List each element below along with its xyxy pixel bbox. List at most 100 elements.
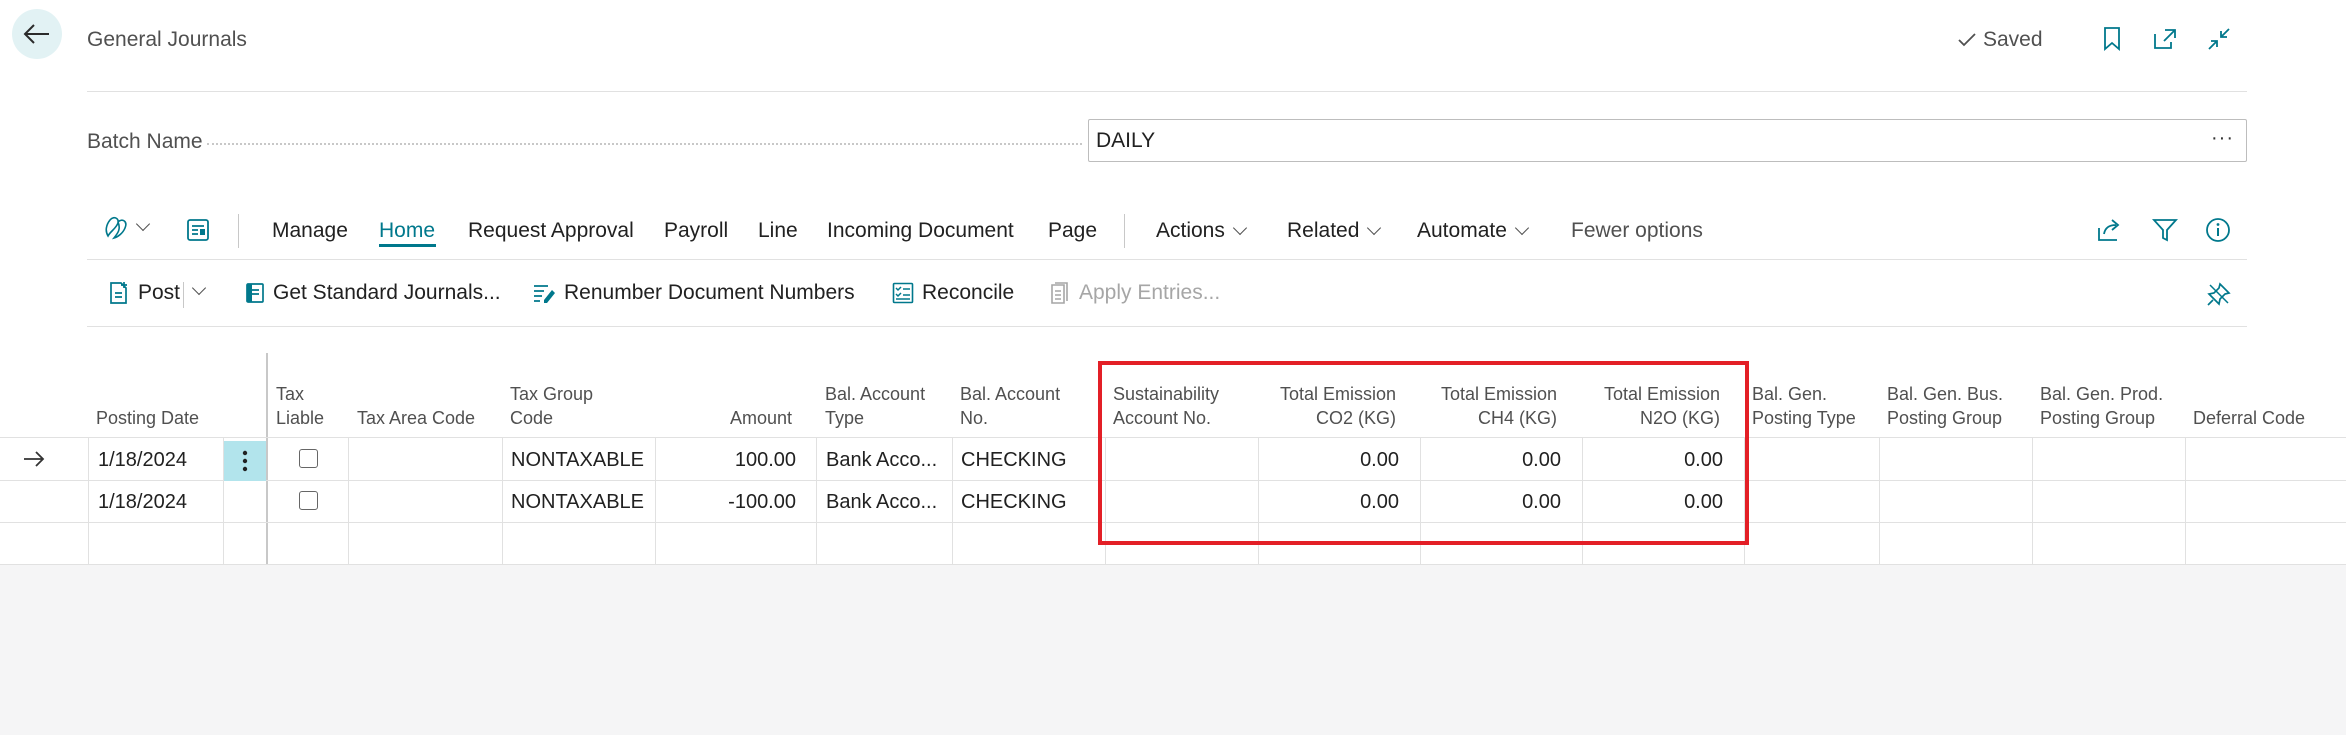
info-button[interactable] (2205, 217, 2231, 248)
column-header-label: Type (825, 408, 865, 428)
column-header-tax-group-code[interactable]: Tax Group Code (510, 382, 593, 430)
column-header-bal-account-no[interactable]: Bal. Account No. (960, 382, 1060, 430)
page-title: General Journals (87, 28, 247, 51)
filter-button[interactable] (2151, 218, 2179, 247)
pin-button[interactable] (2206, 281, 2232, 312)
tax-liable-checkbox[interactable] (299, 449, 318, 468)
open-new-window-button[interactable] (2150, 24, 2180, 54)
column-header-label: Tax Group (510, 384, 594, 404)
column-header-tax-area-code[interactable]: Tax Area Code (357, 406, 475, 430)
column-line (1879, 437, 1880, 565)
copilot-button[interactable] (104, 216, 151, 240)
journal-icon (246, 283, 264, 303)
menu-home[interactable]: Home (379, 219, 435, 243)
menu-related-label: Related (1287, 219, 1360, 242)
command-divider-line (87, 326, 2247, 327)
menu-divider-line (87, 259, 2247, 260)
current-row-indicator (22, 450, 46, 473)
share-button[interactable] (2097, 218, 2123, 247)
cell-posting-date[interactable]: 1/18/2024 (98, 491, 187, 514)
menu-incoming-document[interactable]: Incoming Document (827, 219, 1014, 243)
chevron-down-icon (1367, 220, 1382, 236)
chevron-down-icon (1232, 220, 1247, 236)
cell-bal-account-no[interactable]: CHECKING (961, 449, 1067, 472)
menu-home-underline (379, 244, 436, 247)
row-arrow-icon (24, 451, 45, 467)
copilot-icon (105, 217, 127, 240)
back-button[interactable] (12, 9, 62, 59)
menu-actions[interactable]: Actions (1156, 219, 1247, 243)
column-header-bal-gen-prod-posting-group[interactable]: Bal. Gen. Prod. Posting Group (2040, 382, 2163, 430)
post-button[interactable]: Post (108, 281, 180, 305)
post-label: Post (138, 281, 181, 304)
column-line (816, 437, 817, 565)
row-menu-button[interactable] (224, 441, 266, 481)
reconcile-label: Reconcile (922, 281, 1015, 304)
column-header-bal-account-type[interactable]: Bal. Account Type (825, 382, 925, 430)
open-new-window-icon (2154, 29, 2176, 49)
column-header-label: Tax Area Code (357, 408, 476, 428)
column-header-label: No. (960, 408, 989, 428)
share-icon (2098, 219, 2120, 241)
bookmark-button[interactable] (2097, 24, 2127, 54)
reconcile-icon (892, 282, 914, 304)
column-header-label: Posting Group (2040, 408, 2156, 428)
menu-divider-2 (1124, 214, 1125, 248)
renumber-icon (534, 285, 555, 303)
post-split-divider (183, 282, 184, 308)
column-header-label: Bal. Gen. (1752, 384, 1828, 404)
cell-tax-group-code[interactable]: NONTAXABLE (511, 491, 644, 514)
column-header-posting-date[interactable]: Posting Date (96, 406, 199, 430)
menu-request-approval[interactable]: Request Approval (468, 219, 634, 243)
cell-amount[interactable]: 100.00 (656, 449, 796, 472)
fewer-options-button[interactable]: Fewer options (1571, 219, 1703, 243)
column-header-bal-gen-bus-posting-group[interactable]: Bal. Gen. Bus. Posting Group (1887, 382, 2003, 430)
column-header-label: Bal. Gen. Prod. (2040, 384, 2164, 404)
column-header-label: Posting Type (1752, 408, 1856, 428)
menu-actions-label: Actions (1156, 219, 1225, 242)
pin-icon (2207, 282, 2231, 306)
column-line (2032, 437, 2033, 565)
cell-bal-account-no[interactable]: CHECKING (961, 491, 1067, 514)
menu-automate[interactable]: Automate (1417, 219, 1529, 243)
batch-name-lookup-button[interactable]: ··· (2211, 127, 2234, 150)
filter-icon (2151, 219, 2179, 242)
cell-tax-group-code[interactable]: NONTAXABLE (511, 449, 644, 472)
cell-bal-account-type[interactable]: Bank Acco... (826, 449, 937, 472)
apply-entries-button[interactable]: Apply Entries... (1049, 281, 1220, 305)
column-header-tax-liable[interactable]: Tax Liable (276, 382, 324, 430)
cell-amount[interactable]: -100.00 (656, 491, 796, 514)
back-arrow-icon (23, 24, 49, 44)
menu-line[interactable]: Line (758, 219, 798, 243)
row-menu-icon (242, 450, 248, 472)
chevron-down-icon (135, 216, 151, 232)
get-standard-journals-button[interactable]: Get Standard Journals... (245, 281, 501, 305)
batch-name-leader (207, 143, 1082, 145)
column-header-bal-gen-posting-type[interactable]: Bal. Gen. Posting Type (1752, 382, 1856, 430)
column-header-amount[interactable]: Amount (656, 406, 792, 430)
cell-posting-date[interactable]: 1/18/2024 (98, 449, 187, 472)
header-divider (87, 91, 2247, 92)
post-dropdown-button[interactable] (191, 280, 207, 302)
tax-liable-checkbox[interactable] (299, 491, 318, 510)
column-header-label: Bal. Account (825, 384, 926, 404)
frozen-column-divider (266, 353, 268, 565)
post-icon (110, 282, 127, 304)
batch-name-field[interactable]: DAILY ··· (1088, 119, 2247, 162)
column-header-deferral-code[interactable]: Deferral Code (2193, 406, 2305, 430)
menu-related[interactable]: Related (1287, 219, 1382, 243)
menu-manage[interactable]: Manage (272, 219, 348, 243)
reconcile-button[interactable]: Reconcile (892, 281, 1014, 305)
collapse-button[interactable] (2204, 24, 2234, 54)
column-header-label: Code (510, 408, 554, 428)
edit-list-button[interactable] (186, 218, 210, 247)
menu-payroll[interactable]: Payroll (664, 219, 728, 243)
renumber-document-numbers-label: Renumber Document Numbers (564, 281, 855, 304)
renumber-document-numbers-button[interactable]: Renumber Document Numbers (532, 281, 855, 305)
chevron-down-icon (191, 280, 207, 296)
info-icon (2206, 218, 2230, 242)
cell-bal-account-type[interactable]: Bank Acco... (826, 491, 937, 514)
menu-page[interactable]: Page (1048, 219, 1097, 243)
apply-entries-label: Apply Entries... (1079, 281, 1221, 304)
column-line (88, 437, 89, 565)
